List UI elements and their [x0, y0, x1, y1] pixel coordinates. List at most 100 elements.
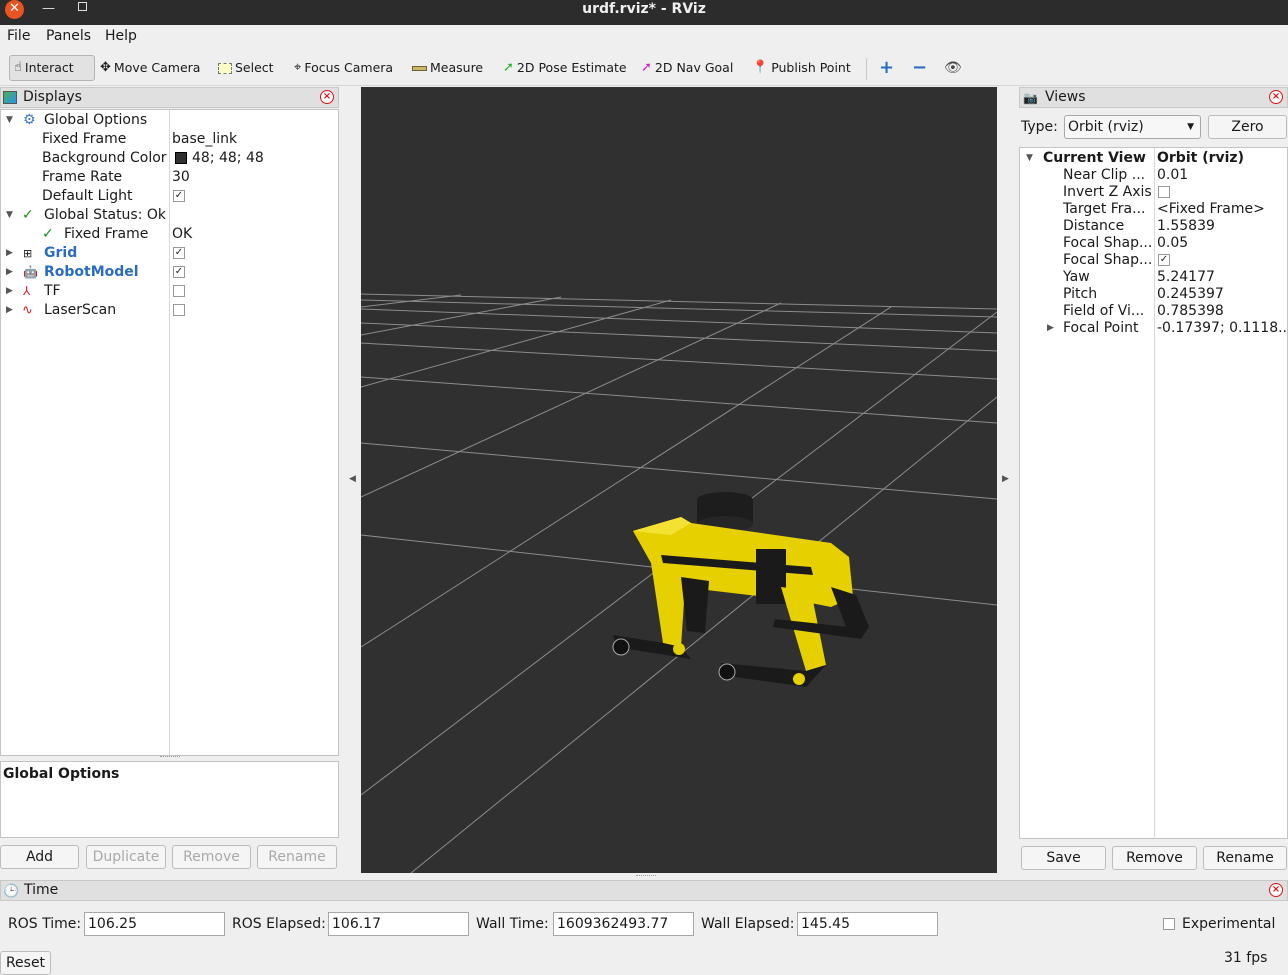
add-tool-plus-icon[interactable]: +: [879, 55, 894, 81]
collapse-arrow-icon[interactable]: ▶: [6, 301, 13, 320]
time-panel-header: 🕒 Time ×: [0, 880, 1288, 901]
splitter-handle[interactable]: [160, 756, 180, 760]
checkmark-icon: ✓: [42, 226, 54, 242]
tree-row-grid[interactable]: ▶ ⊞ Grid ✓: [1, 244, 339, 263]
title-bar: ✕ — urdf.rviz* - RViz: [0, 0, 1288, 25]
displays-tree: ▼ ⚙ Global Options Fixed Frame base_link…: [0, 109, 339, 756]
tree-row-global-options[interactable]: ▼ ⚙ Global Options: [1, 111, 339, 130]
remove-display-button[interactable]: Remove: [172, 845, 251, 869]
default-light-checkbox[interactable]: ✓: [173, 190, 185, 202]
focal-shape-checkbox[interactable]: ✓: [1158, 254, 1170, 266]
fps-readout: 31 fps: [1224, 950, 1268, 966]
rename-view-button[interactable]: Rename: [1203, 846, 1287, 870]
menu-bar: File Panels Help: [0, 25, 1288, 49]
color-swatch[interactable]: [175, 152, 187, 164]
time-title: Time: [24, 882, 59, 898]
displays-panel-header: Displays ×: [0, 87, 339, 108]
wall-time-label: Wall Time:: [476, 916, 549, 932]
close-icon[interactable]: ×: [1269, 90, 1283, 104]
reset-button[interactable]: Reset: [0, 951, 51, 975]
views-panel-header: 📷 Views ×: [1019, 87, 1288, 108]
collapse-arrow-icon[interactable]: ▶: [6, 244, 13, 263]
tree-row-robot-model[interactable]: ▶ 🤖 RobotModel ✓: [1, 263, 339, 282]
collapse-arrow-icon[interactable]: ▶: [6, 282, 13, 301]
measure-tool-button[interactable]: Measure: [412, 55, 483, 81]
interact-tool-button[interactable]: ☝ Interact: [9, 55, 95, 81]
experimental-checkbox[interactable]: [1163, 918, 1175, 930]
view-type-select[interactable]: Orbit (rviz) ▼: [1064, 115, 1201, 139]
view-prop-row[interactable]: ▶ Focal Point -0.17397; 0.1118...: [1020, 319, 1288, 338]
map-pin-icon: 📍: [752, 60, 769, 75]
publish-point-tool-button[interactable]: 📍 Publish Point: [752, 55, 851, 81]
views-title: Views: [1045, 89, 1086, 105]
checkmark-icon: ✓: [22, 207, 34, 223]
collapse-arrow-icon[interactable]: ▶: [6, 263, 13, 282]
collapse-left-arrow-icon[interactable]: ◀: [349, 474, 356, 484]
toolbar: ☝ Interact ✥ Move Camera Select ⌖ Focus Cam…: [0, 49, 1288, 86]
robot-model-checkbox[interactable]: ✓: [173, 266, 185, 278]
tree-row-laser-scan[interactable]: ▶ ∿ LaserScan: [1, 301, 339, 320]
experimental-label: Experimental: [1182, 916, 1276, 932]
tree-row-tf[interactable]: ▶ ⅄ TF: [1, 282, 339, 301]
tree-row-fixed-frame[interactable]: Fixed Frame base_link: [1, 130, 339, 149]
hand-pointer-icon: ☝: [14, 60, 22, 75]
robot-model-render: [612, 492, 869, 687]
grid-checkbox[interactable]: ✓: [173, 247, 185, 259]
green-arrow-icon: ➚: [503, 60, 514, 75]
wall-elapsed-label: Wall Elapsed:: [701, 916, 795, 932]
type-label: Type:: [1021, 119, 1058, 135]
tree-row-background-color[interactable]: Background Color 48; 48; 48: [1, 149, 339, 168]
collapse-arrow-icon[interactable]: ▶: [1047, 319, 1054, 338]
tree-row-frame-rate[interactable]: Frame Rate 30: [1, 168, 339, 187]
close-icon[interactable]: ×: [320, 90, 334, 104]
tree-row-default-light[interactable]: Default Light ✓: [1, 187, 339, 206]
ruler-icon: [412, 65, 427, 71]
move-camera-icon: ✥: [100, 60, 111, 75]
robot-icon: 🤖: [23, 265, 38, 279]
2d-pose-estimate-tool-button[interactable]: ➚ 2D Pose Estimate: [503, 55, 627, 81]
magenta-arrow-icon: ➚: [641, 60, 652, 75]
gear-icon: ⚙: [23, 112, 36, 128]
tree-row-status-fixed-frame[interactable]: ✓ Fixed Frame OK: [1, 225, 339, 244]
menu-help[interactable]: Help: [105, 28, 137, 44]
select-tool-button[interactable]: Select: [218, 55, 274, 81]
close-icon[interactable]: ×: [1269, 883, 1283, 897]
expand-arrow-icon[interactable]: ▼: [6, 206, 13, 225]
splitter-handle-bottom[interactable]: [636, 875, 656, 878]
description-box: Global Options: [0, 761, 339, 838]
focus-camera-tool-button[interactable]: ⌖ Focus Camera: [294, 55, 393, 81]
displays-icon: [3, 91, 17, 104]
collapse-right-arrow-icon[interactable]: ▶: [1002, 474, 1009, 484]
ros-time-label: ROS Time:: [8, 916, 82, 932]
zero-button[interactable]: Zero: [1208, 115, 1287, 139]
toolbar-separator: [866, 58, 868, 80]
views-tree: ▼ Current View Orbit (rviz) Near Clip ..…: [1019, 147, 1288, 839]
duplicate-button[interactable]: Duplicate: [86, 845, 166, 869]
save-view-button[interactable]: Save: [1021, 846, 1106, 870]
tf-checkbox[interactable]: [173, 285, 185, 297]
select-box-icon: [218, 62, 232, 74]
laser-wave-icon: ∿: [22, 303, 33, 318]
viewport-scene: [361, 293, 997, 873]
2d-nav-goal-tool-button[interactable]: ➚ 2D Nav Goal: [641, 55, 733, 81]
eye-icon[interactable]: 👁: [944, 55, 962, 81]
menu-file[interactable]: File: [7, 28, 30, 44]
expand-arrow-icon[interactable]: ▼: [6, 111, 13, 130]
grid-icon: ⊞: [23, 247, 33, 260]
wall-time-field[interactable]: 1609362493.77: [553, 912, 694, 936]
wall-elapsed-field[interactable]: 145.45: [797, 912, 938, 936]
invert-z-checkbox[interactable]: [1158, 186, 1170, 198]
add-button[interactable]: Add: [0, 845, 79, 869]
3d-viewport[interactable]: [361, 87, 997, 873]
remove-tool-minus-icon[interactable]: −: [912, 55, 927, 81]
rename-display-button[interactable]: Rename: [257, 845, 337, 869]
move-camera-tool-button[interactable]: ✥ Move Camera: [100, 55, 200, 81]
displays-title: Displays: [23, 89, 82, 105]
tree-row-global-status[interactable]: ▼ ✓ Global Status: Ok: [1, 206, 339, 225]
menu-panels[interactable]: Panels: [46, 28, 91, 44]
ros-elapsed-label: ROS Elapsed:: [232, 916, 326, 932]
laser-scan-checkbox[interactable]: [173, 304, 185, 316]
remove-view-button[interactable]: Remove: [1112, 846, 1197, 870]
ros-elapsed-field[interactable]: 106.17: [328, 912, 469, 936]
ros-time-field[interactable]: 106.25: [84, 912, 225, 936]
